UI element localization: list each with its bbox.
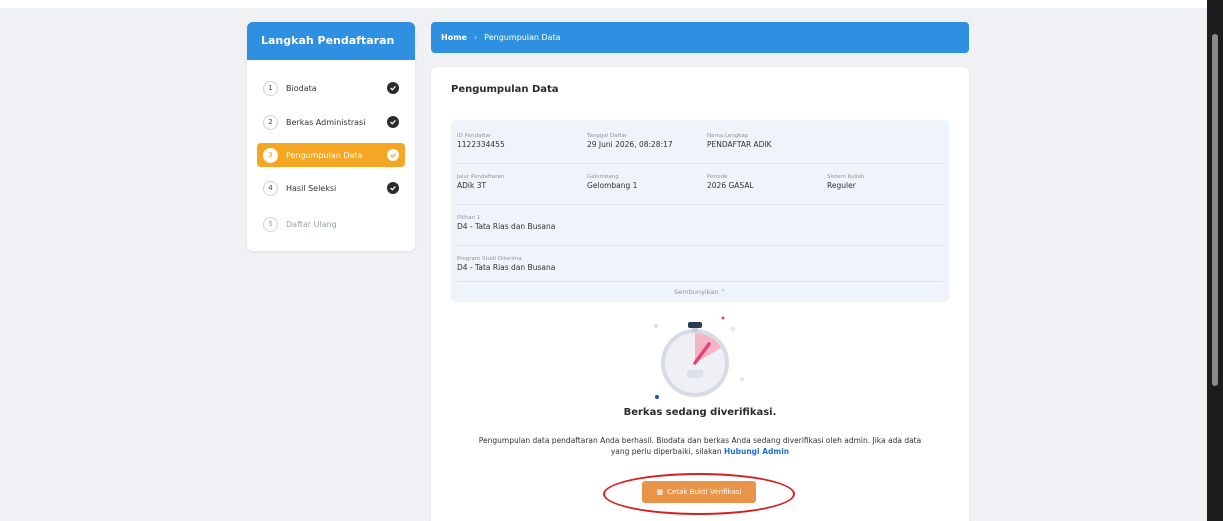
status-desc-line-1: Pengumpulan data pendaftaran Anda berhas… bbox=[478, 436, 922, 445]
field-tanggal-daftar: Tanggal Daftar 29 Juni 2026, 08:28:17 bbox=[587, 132, 673, 150]
page-title: Pengumpulan Data bbox=[451, 84, 559, 95]
check-circle-icon bbox=[387, 116, 399, 128]
step-number: 1 bbox=[263, 80, 278, 96]
chevron-right-icon: › bbox=[473, 33, 478, 42]
field-label: Jalur Pendaftaran bbox=[457, 174, 505, 180]
sidebar-title: Langkah Pendaftaran bbox=[247, 22, 415, 60]
field-value: 2026 GASAL bbox=[707, 181, 754, 190]
main-card: Pengumpulan Data ID Pendaftar 1122334455… bbox=[431, 67, 969, 521]
hide-details-toggle[interactable]: Sembunyikan ⌃ bbox=[451, 288, 949, 296]
breadcrumb-home-link[interactable]: Home bbox=[441, 33, 467, 42]
field-label: Sistem Kuliah bbox=[827, 174, 865, 180]
field-label: Periode bbox=[707, 174, 728, 180]
step-hasil-seleksi[interactable]: 4 Hasil Seleksi bbox=[257, 176, 405, 200]
step-label: Hasil Seleksi bbox=[286, 183, 337, 193]
registration-info-panel: ID Pendaftar 1122334455 Tanggal Daftar 2… bbox=[451, 120, 949, 302]
breadcrumb: Home › Pengumpulan Data bbox=[431, 22, 969, 53]
field-label: Gelombang bbox=[587, 174, 619, 180]
field-value: 29 Juni 2026, 08:28:17 bbox=[587, 140, 673, 149]
status-desc-line-2: yang perlu diperbaiki, silakan bbox=[610, 447, 725, 456]
annotation-highlight-ellipse bbox=[603, 473, 795, 515]
field-pilihan-1: Pilihan 1 D4 - Tata Rias dan Busana bbox=[457, 214, 555, 232]
scrollbar-thumb[interactable] bbox=[1212, 34, 1218, 386]
field-label: Program Studi Diterima bbox=[457, 256, 522, 262]
field-value: Gelombang 1 bbox=[587, 181, 638, 190]
step-label: Biodata bbox=[286, 83, 317, 93]
field-gelombang: Gelombang Gelombang 1 bbox=[587, 173, 637, 191]
check-circle-icon bbox=[387, 149, 399, 161]
field-value: ADik 3T bbox=[457, 181, 487, 190]
stopwatch-illustration bbox=[654, 316, 744, 399]
field-value: Reguler bbox=[827, 181, 856, 190]
field-value: PENDAFTAR ADIK bbox=[707, 140, 772, 149]
step-pengumpulan-data[interactable]: 3 Pengumpulan Data bbox=[257, 143, 405, 167]
contact-admin-link[interactable]: Hubungi Admin bbox=[724, 447, 789, 456]
field-label: ID Pendaftar bbox=[457, 133, 492, 139]
step-berkas-administrasi[interactable]: 2 Berkas Administrasi bbox=[257, 110, 405, 134]
step-label: Berkas Administrasi bbox=[286, 117, 366, 127]
field-sistem-kuliah: Sistem Kuliah Reguler bbox=[827, 173, 864, 191]
breadcrumb-current: Pengumpulan Data bbox=[484, 33, 561, 42]
field-value: D4 - Tata Rias dan Busana bbox=[457, 222, 556, 231]
divider bbox=[457, 245, 943, 246]
step-number: 4 bbox=[263, 180, 278, 196]
browser-top-strip bbox=[0, 0, 1223, 8]
check-circle-icon bbox=[387, 82, 399, 94]
verification-status-description: Pengumpulan data pendaftaran Anda berhas… bbox=[451, 435, 949, 457]
verification-status-title: Berkas sedang diverifikasi. bbox=[623, 407, 777, 418]
divider bbox=[457, 281, 943, 282]
step-biodata[interactable]: 1 Biodata bbox=[257, 76, 405, 100]
field-label: Nama Lengkap bbox=[707, 133, 749, 139]
registration-steps-sidebar: Langkah Pendaftaran 1 Biodata 2 Berkas A… bbox=[247, 22, 415, 251]
field-periode: Periode 2026 GASAL bbox=[707, 173, 754, 191]
field-value: D4 - Tata Rias dan Busana bbox=[457, 263, 556, 272]
field-jalur-pendaftaran: Jalur Pendaftaran ADik 3T bbox=[457, 173, 504, 191]
step-number: 3 bbox=[263, 147, 278, 163]
divider bbox=[457, 204, 943, 205]
step-number: 5 bbox=[263, 216, 278, 232]
page-scrollbar[interactable] bbox=[1207, 0, 1223, 521]
divider bbox=[457, 163, 943, 164]
field-label: Pilihan 1 bbox=[457, 215, 481, 221]
step-label: Daftar Ulang bbox=[286, 219, 337, 229]
field-label: Tanggal Daftar bbox=[587, 133, 628, 139]
field-program-studi-diterima: Program Studi Diterima D4 - Tata Rias da… bbox=[457, 255, 555, 273]
field-nama-lengkap: Nama Lengkap PENDAFTAR ADIK bbox=[707, 132, 772, 150]
step-number: 2 bbox=[263, 114, 278, 130]
step-daftar-ulang: 5 Daftar Ulang bbox=[257, 212, 405, 236]
step-label: Pengumpulan Data bbox=[286, 150, 363, 160]
field-value: 1122334455 bbox=[457, 140, 505, 149]
field-id-pendaftar: ID Pendaftar 1122334455 bbox=[457, 132, 505, 150]
check-circle-icon bbox=[387, 182, 399, 194]
